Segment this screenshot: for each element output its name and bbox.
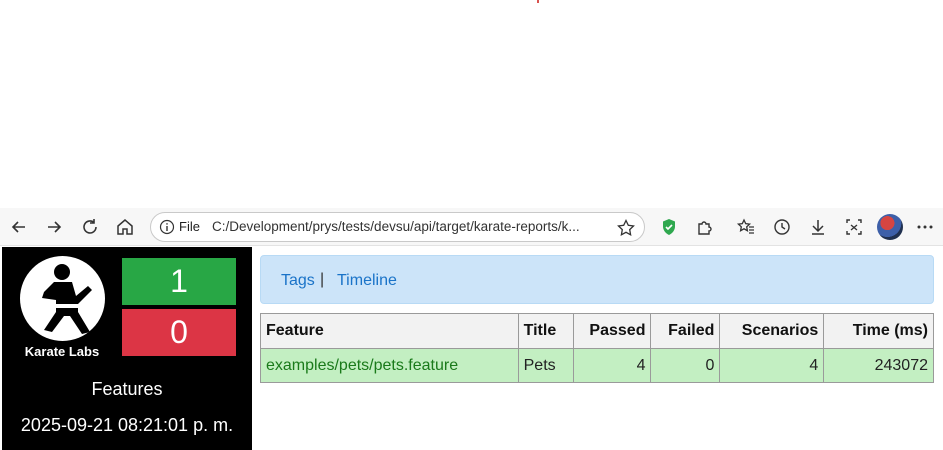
feature-title-cell: Pets <box>517 348 574 383</box>
summary-panel: Karate Labs 1 0 Features 2025-09-21 08:2… <box>2 247 252 450</box>
report-nav: Tags | Timeline <box>260 255 934 304</box>
report-timestamp: 2025-09-21 08:21:01 p. m. <box>20 415 234 435</box>
downloads-icon <box>812 220 824 235</box>
shield-extension-icon <box>663 219 675 235</box>
info-icon[interactable] <box>159 219 175 235</box>
url-text[interactable]: C:/Development/prys/tests/devsu/api/targ… <box>212 219 612 234</box>
history-icon <box>774 219 790 235</box>
history-button[interactable] <box>767 212 797 242</box>
nav-separator: | <box>320 271 325 288</box>
table-row: examples/pets/pets.feature Pets 4 0 4 24… <box>260 348 934 383</box>
passed-cell: 4 <box>572 348 652 383</box>
col-title-header[interactable]: Title <box>517 313 574 349</box>
more-icon <box>917 225 933 229</box>
scenarios-cell: 4 <box>719 348 825 383</box>
col-scenarios-header[interactable]: Scenarios <box>719 313 825 349</box>
screenshot-button[interactable] <box>839 212 869 242</box>
home-icon <box>117 219 133 235</box>
forward-icon <box>48 221 62 233</box>
back-button[interactable] <box>4 212 34 242</box>
extensions-button[interactable] <box>690 212 720 242</box>
address-bar[interactable]: File C:/Development/prys/tests/devsu/api… <box>150 212 645 242</box>
col-failed-header[interactable]: Failed <box>650 313 721 349</box>
section-title: Features <box>91 379 163 399</box>
extensions-icon <box>698 221 712 235</box>
failed-cell: 0 <box>650 348 721 383</box>
profile-avatar[interactable] <box>877 214 903 240</box>
col-time-header[interactable]: Time (ms) <box>823 313 934 349</box>
favorites-icon <box>736 218 754 234</box>
downloads-button[interactable] <box>803 212 833 242</box>
refresh-button[interactable] <box>75 212 105 242</box>
feature-link[interactable]: examples/pets/pets.feature <box>260 348 519 383</box>
more-button[interactable] <box>910 212 940 242</box>
shield-extension-button[interactable] <box>654 212 684 242</box>
karate-fighter-icon <box>42 264 92 334</box>
col-passed-header[interactable]: Passed <box>572 313 652 349</box>
table-header-row: Feature Title Passed Failed Scenarios Ti… <box>260 313 934 349</box>
timeline-link[interactable]: Timeline <box>337 272 397 290</box>
favorites-button[interactable] <box>731 212 761 242</box>
col-feature-header[interactable]: Feature <box>260 313 519 349</box>
home-button[interactable] <box>110 212 140 242</box>
browser-toolbar: File C:/Development/prys/tests/devsu/api… <box>0 208 943 246</box>
favorite-star-icon[interactable] <box>616 218 636 238</box>
time-cell: 243072 <box>823 348 934 383</box>
features-table: Feature Title Passed Failed Scenarios Ti… <box>260 313 934 383</box>
red-dot-artifact <box>537 0 539 3</box>
tags-link[interactable]: Tags <box>281 272 315 290</box>
screenshot-icon <box>846 219 862 235</box>
forward-button[interactable] <box>39 212 69 242</box>
passed-count-badge: 1 <box>122 258 236 305</box>
logo-text: Karate Labs <box>24 344 100 359</box>
failed-count-badge: 0 <box>122 309 236 356</box>
refresh-icon <box>83 219 97 234</box>
karate-logo <box>20 256 105 341</box>
back-icon <box>11 221 25 233</box>
scheme-label: File <box>179 219 200 234</box>
